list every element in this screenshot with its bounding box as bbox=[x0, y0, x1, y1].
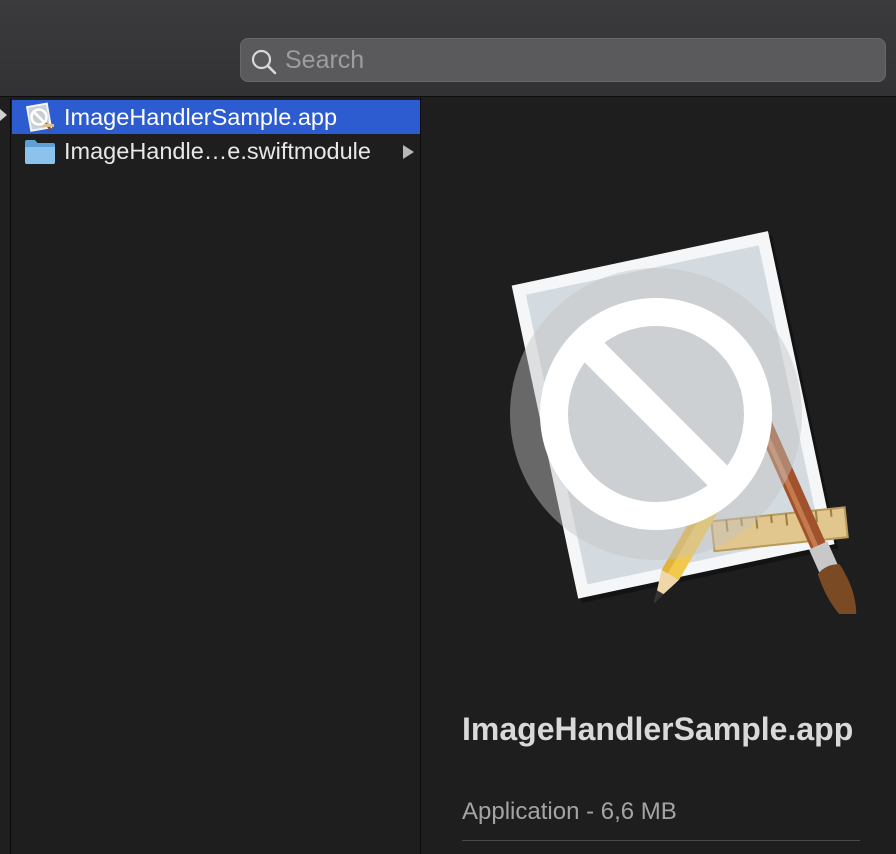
file-name-label: ImageHandlerSample.app bbox=[64, 104, 338, 130]
parent-column[interactable] bbox=[0, 98, 11, 854]
file-column[interactable]: ImageHandlerSample.app ImageHandle…e.swi… bbox=[12, 98, 421, 854]
preview-kind-size: Application - 6,6 MB bbox=[462, 798, 677, 825]
search-input[interactable] bbox=[285, 39, 875, 81]
preview-column: ImageHandlerSample.app Application - 6,6… bbox=[422, 98, 896, 854]
file-row-swiftmodule[interactable]: ImageHandle…e.swiftmodule bbox=[12, 134, 420, 168]
file-name-label: ImageHandle…e.swiftmodule bbox=[64, 138, 371, 164]
search-icon bbox=[251, 49, 277, 75]
preview-file-name: ImageHandlerSample.app bbox=[462, 711, 854, 747]
disclosure-arrow-icon[interactable] bbox=[403, 145, 414, 159]
preview-divider bbox=[462, 840, 860, 841]
search-field[interactable] bbox=[240, 38, 886, 82]
file-row-app[interactable]: ImageHandlerSample.app bbox=[12, 100, 420, 134]
toolbar bbox=[0, 0, 896, 97]
app-blocked-icon bbox=[510, 231, 857, 614]
app-icon bbox=[25, 102, 54, 132]
folder-icon bbox=[25, 140, 55, 164]
disclosure-triangle-icon bbox=[0, 109, 7, 121]
